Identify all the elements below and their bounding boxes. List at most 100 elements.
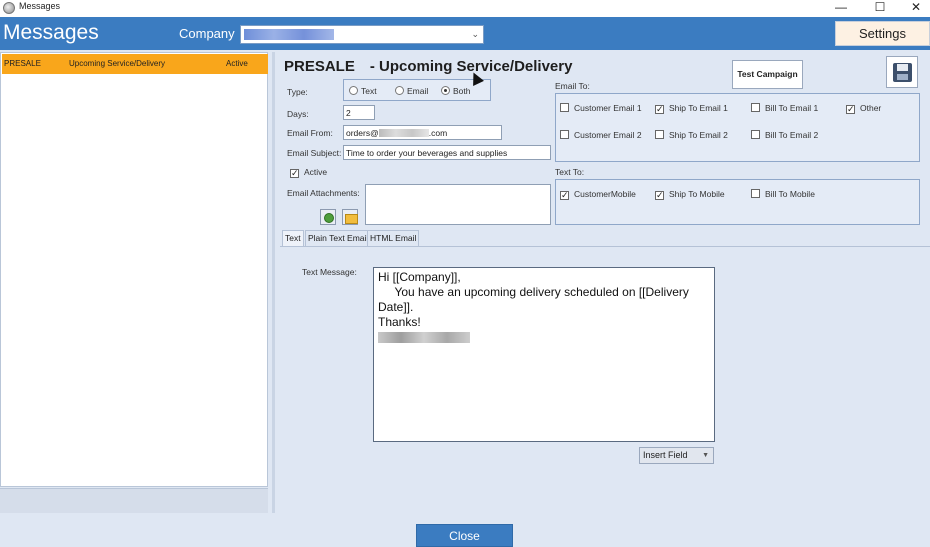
splitter[interactable] [272,52,275,513]
chevron-down-icon: ⌄ [471,29,479,39]
other-checkbox[interactable]: ✓ Other [846,103,881,114]
radio-email[interactable]: Email [395,86,428,96]
text-to-label: Text To: [555,167,585,177]
campaign-type: PRESALE [284,58,355,75]
checkbox-label: Ship To Email 1 [669,103,728,113]
header-bar: Messages Company ⌄ Settings [0,17,930,50]
tab-plain-text-email[interactable]: Plain Text Email [305,230,372,246]
window-titlebar: Messages — ☐ ✕ [0,0,930,17]
type-label: Type: [287,87,308,97]
insert-field-dropdown[interactable]: Insert Field ▼ [639,447,714,464]
message-list: PRESALE Upcoming Service/Delivery Active [0,52,268,487]
add-attachment-icon[interactable] [320,209,336,225]
email-from-suffix: .com [428,128,448,138]
checkbox-label: CustomerMobile [574,189,636,199]
attachments-label: Email Attachments: [287,188,360,198]
maximize-button[interactable]: ☐ [862,0,898,17]
text-message-input[interactable]: Hi [[Company]], You have an upcoming del… [373,267,715,442]
text-to-group: ✓ CustomerMobile ✓ Ship To Mobile Bill To … [555,179,920,225]
days-input[interactable]: 2 [343,105,375,120]
bill-to-mobile-checkbox[interactable]: Bill To Mobile [751,189,815,199]
checkbox-checked: ✓ [290,168,299,178]
email-subject-input[interactable]: Time to order your beverages and supplie… [343,145,551,160]
checkbox-label: Customer Email 2 [574,130,642,140]
email-domain-redacted [378,129,429,137]
radio-circle-selected [441,86,450,95]
active-label: Active [304,167,328,177]
checkbox-label: Ship To Email 2 [669,130,728,140]
radio-email-label: Email [407,86,429,96]
email-from-prefix: orders@ [346,128,379,138]
save-disk-icon [893,63,912,82]
checkbox-unchecked [560,103,569,112]
tab-html-email[interactable]: HTML Email [367,230,420,246]
radio-both-label: Both [453,86,471,96]
checkbox-checked: ✓ [655,190,664,200]
tab-text[interactable]: Text [282,230,304,246]
insert-field-label: Insert Field [643,450,688,460]
radio-circle [395,86,404,95]
bill-to-email-1-checkbox[interactable]: Bill To Email 1 [751,103,818,113]
days-label: Days: [287,109,309,119]
email-to-label: Email To: [555,81,590,91]
text-message-label: Text Message: [302,267,357,277]
email-to-group: Customer Email 1 ✓ Ship To Email 1 Bill T… [555,93,920,162]
list-item[interactable]: PRESALE Upcoming Service/Delivery Active [2,54,268,74]
bill-to-email-2-checkbox[interactable]: Bill To Email 2 [751,130,818,140]
checkbox-label: Bill To Email 2 [765,130,819,140]
ship-to-email-1-checkbox[interactable]: ✓ Ship To Email 1 [655,103,728,114]
campaign-title: PRESALE - Upcoming Service/Delivery [284,58,572,75]
chevron-down-icon: ▼ [702,452,709,459]
radio-circle [349,86,358,95]
radio-text[interactable]: Text [349,86,377,96]
customer-email-1-checkbox[interactable]: Customer Email 1 [560,103,642,113]
message-type: PRESALE [4,59,41,68]
type-radio-group: Text Email Both [343,79,491,101]
checkbox-label: Bill To Mobile [765,189,815,199]
checkbox-label: Other [860,103,882,113]
message-line: Date]]. [378,300,414,314]
customer-email-2-checkbox[interactable]: Customer Email 2 [560,130,642,140]
checkbox-checked: ✓ [846,104,855,114]
checkbox-label: Ship To Mobile [669,189,725,199]
company-select[interactable]: ⌄ [240,25,484,44]
checkbox-unchecked [655,130,664,139]
close-button[interactable]: Close [416,524,513,547]
window-title: Messages [19,1,61,11]
ship-to-email-2-checkbox[interactable]: Ship To Email 2 [655,130,728,140]
radio-text-label: Text [361,86,377,96]
checkbox-checked: ✓ [560,190,569,200]
radio-both[interactable]: Both [441,86,471,96]
email-subject-label: Email Subject: [287,148,342,158]
message-line: You have an upcoming delivery scheduled … [378,285,689,299]
test-campaign-button[interactable]: Test Campaign [732,60,803,89]
checkbox-label: Customer Email 1 [574,103,642,113]
minimize-button[interactable]: — [823,0,859,17]
company-name-redacted [244,29,334,40]
checkbox-unchecked [751,189,760,198]
message-line: Hi [[Company]], [378,270,461,284]
customer-mobile-checkbox[interactable]: ✓ CustomerMobile [560,189,636,200]
attachments-list[interactable] [365,184,551,225]
company-label: Company [179,26,235,41]
active-checkbox[interactable]: ✓ Active [290,167,327,178]
tab-panel: Text Message: Hi [[Company]], You have a… [280,246,930,514]
footer-bar: Close [0,514,930,547]
checkbox-label: Bill To Email 1 [765,103,819,113]
close-window-button[interactable]: ✕ [898,0,930,17]
save-button[interactable] [886,56,918,88]
ship-to-mobile-checkbox[interactable]: ✓ Ship To Mobile [655,189,725,200]
email-from-input[interactable]: orders@ .com [343,125,502,140]
folder-icon[interactable] [342,209,358,225]
list-footer [0,488,268,513]
checkbox-unchecked [751,130,760,139]
message-line: Thanks! [378,315,421,329]
email-from-label: Email From: [287,128,333,138]
app-icon [3,2,15,14]
settings-button[interactable]: Settings [835,21,930,46]
checkbox-unchecked [751,103,760,112]
checkbox-unchecked [560,130,569,139]
checkbox-checked: ✓ [655,104,664,114]
message-status: Active [226,59,248,68]
app-title: Messages [3,21,99,44]
